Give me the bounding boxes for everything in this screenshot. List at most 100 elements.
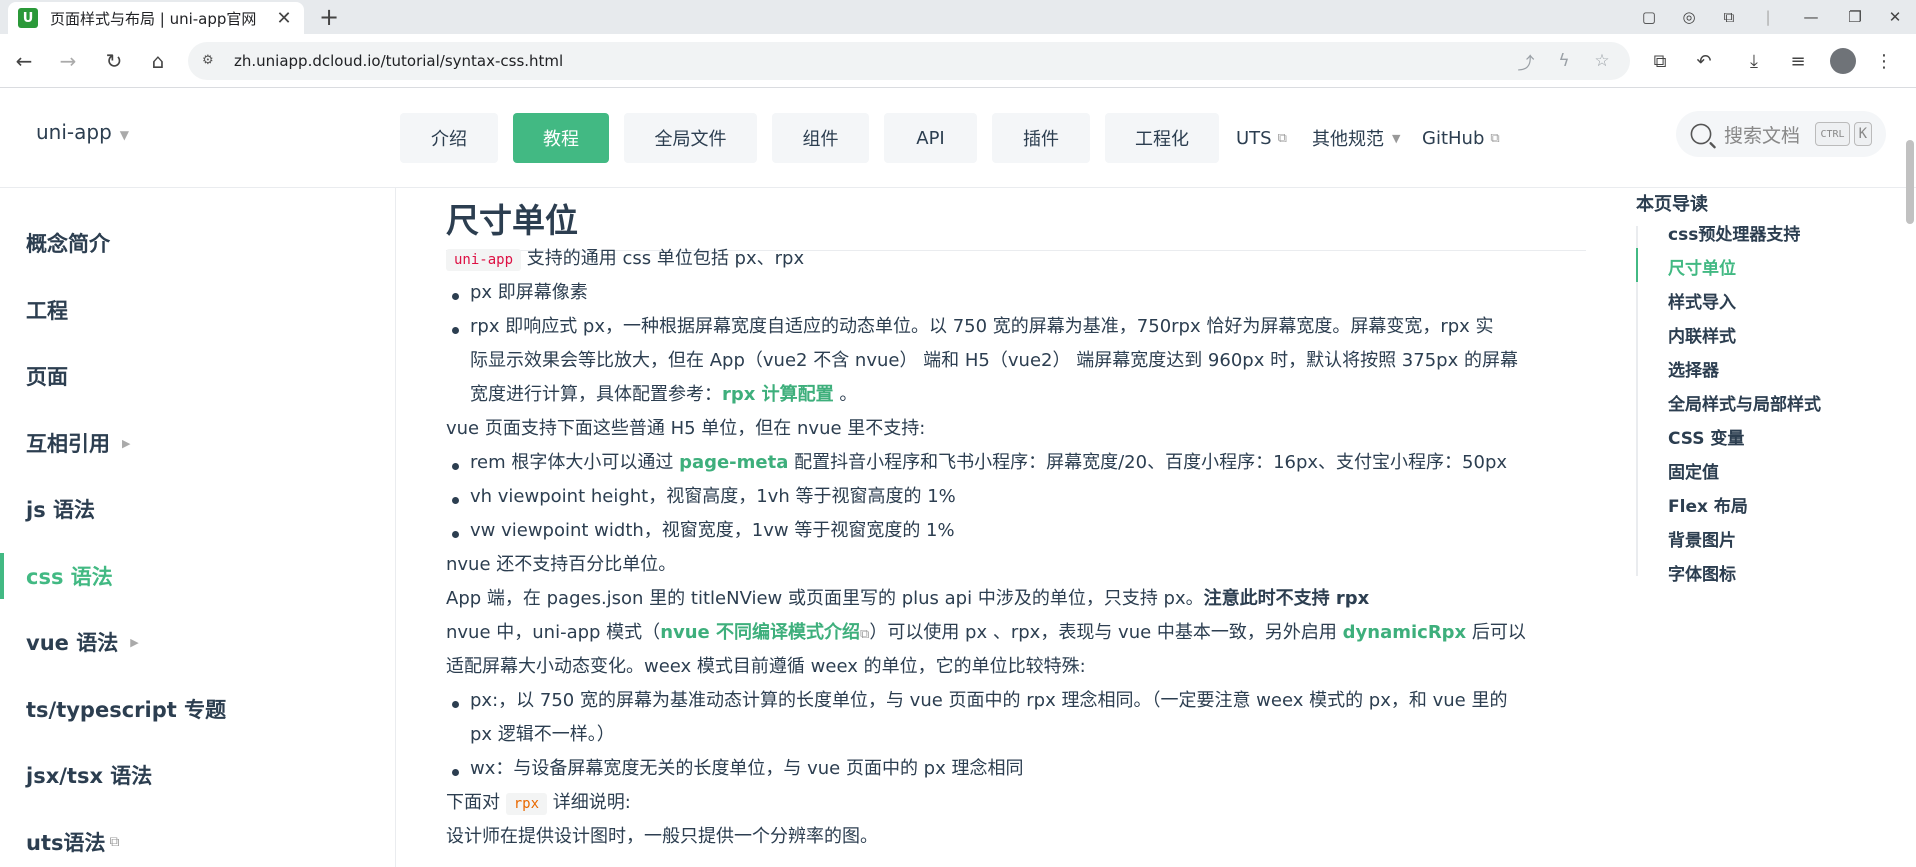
reload-icon[interactable]: ↻ (100, 47, 128, 75)
nvue-compile-mode-link[interactable]: nvue 不同编译模式介绍 (660, 622, 860, 643)
nav-github[interactable]: GitHub ⧉ (1422, 113, 1500, 163)
nav-tutorial[interactable]: 教程 (513, 113, 609, 163)
toc-item[interactable]: Flex 布局 (1668, 492, 1748, 517)
sidebar-item-page[interactable]: 页面 (0, 353, 395, 399)
toc-item-active[interactable]: 尺寸单位 (1668, 254, 1736, 279)
nav-components[interactable]: 组件 (772, 113, 869, 163)
list-item-cont: 宽度进行计算，具体配置参考：rpx 计算配置 。 (470, 378, 857, 412)
paragraph-text: 支持的通用 css 单位包括 px、rpx (521, 248, 805, 269)
sidebar-item-jsx[interactable]: jsx/tsx 语法 (0, 752, 395, 798)
text: 下面对 (446, 792, 506, 813)
divider-icon: | (1765, 8, 1771, 26)
page-scrollbar-thumb[interactable] (1906, 140, 1914, 224)
forward-icon[interactable]: → (54, 47, 82, 75)
text: App 端，在 pages.json 里的 titleNView 或页面里写的 … (446, 588, 1204, 609)
url-text[interactable]: zh.uniapp.dcloud.io/tutorial/syntax-css.… (234, 52, 563, 70)
incognito-icon[interactable]: ◎ (1676, 4, 1702, 30)
home-icon[interactable]: ⌂ (144, 47, 172, 75)
bullet-dot (452, 769, 459, 776)
external-link-icon: ⧉ (860, 627, 870, 642)
lightning-icon[interactable]: ϟ (1554, 51, 1574, 71)
text: 配置抖音小程序和飞书小程序：屏幕宽度/20、百度小程序：16px、支付宝小程序：… (788, 452, 1508, 473)
share-icon[interactable]: ⤴ (1516, 51, 1536, 74)
sidebar-item-label: 页面 (26, 365, 68, 389)
toc-item[interactable]: css预处理器支持 (1668, 220, 1800, 245)
sidebar-item-label: 互相引用 (26, 432, 110, 456)
sidebar-item-references[interactable]: 互相引用 ▶ (0, 420, 395, 466)
tab-title: 页面样式与布局 | uni-app官网 (50, 9, 257, 28)
nav-plugins[interactable]: 插件 (992, 113, 1090, 163)
nav-other-specs[interactable]: 其他规范 ▼ (1312, 113, 1400, 163)
bullet-dot (452, 531, 459, 538)
close-tab-icon[interactable]: ✕ (274, 8, 294, 29)
reading-list-icon[interactable]: ≡ (1784, 47, 1812, 75)
text: ）可以使用 px 、rpx，表现与 vue 中基本一致，另外启用 (869, 622, 1343, 643)
new-tab-button[interactable]: + (314, 2, 344, 32)
paragraph-cont: 适配屏幕大小动态变化。weex 模式目前遵循 weex 的单位，它的单位比较特殊… (446, 656, 1086, 677)
extensions-icon[interactable]: ⧉ (1646, 47, 1674, 75)
sidebar-item-typescript[interactable]: ts/typescript 专题 (0, 686, 395, 732)
nav-uts[interactable]: UTS ⧉ (1236, 113, 1287, 163)
minimize-window-icon[interactable]: — (1796, 4, 1826, 30)
nav-intro[interactable]: 介绍 (400, 113, 498, 163)
toc-item[interactable]: 全局样式与局部样式 (1668, 390, 1821, 415)
list-item: vh viewpoint height，视窗高度，1vh 等于视窗高度的 1% (470, 486, 956, 507)
external-link-icon: ⧉ (1490, 130, 1500, 146)
restore-window-icon[interactable]: ❐ (1840, 4, 1870, 30)
page-meta-link[interactable]: page-meta (679, 452, 788, 473)
sidebar-item-js[interactable]: js 语法 (0, 486, 395, 532)
list-item: rpx 即响应式 px，一种根据屏幕宽度自适应的动态单位。以 750 宽的屏幕为… (470, 316, 1494, 337)
sidebar-item-css[interactable]: css 语法 (0, 553, 395, 599)
search-box[interactable]: 搜索文档 CTRL K (1676, 111, 1886, 157)
profile-avatar[interactable] (1830, 48, 1856, 74)
extension-puzzle-icon[interactable]: ⧉ (1716, 4, 1742, 30)
toc-item[interactable]: 字体图标 (1668, 560, 1736, 585)
sidebar-item-uts[interactable]: uts语法 ⧉ (0, 819, 395, 865)
menu-more-icon[interactable]: ⋮ (1870, 47, 1898, 75)
sidebar-item-intro[interactable]: 概念简介 (0, 220, 395, 266)
back-icon[interactable]: ← (10, 47, 38, 75)
toc-item[interactable]: 选择器 (1668, 356, 1719, 381)
paragraph: vue 页面支持下面这些普通 H5 单位，但在 nvue 里不支持: (446, 418, 926, 439)
close-window-icon[interactable]: ✕ (1880, 4, 1910, 30)
site-header: uni-app ▼ 介绍 教程 全局文件 组件 API 插件 工程化 UTS ⧉ 其… (0, 88, 1916, 188)
undo-icon[interactable]: ↶ (1690, 47, 1718, 75)
sidebar-item-project[interactable]: 工程 (0, 287, 395, 333)
paragraph: App 端，在 pages.json 里的 titleNView 或页面里写的 … (446, 582, 1369, 616)
nav-engineering[interactable]: 工程化 (1105, 113, 1219, 163)
list-item: wx：与设备屏幕宽度无关的长度单位，与 vue 页面中的 px 理念相同 (470, 758, 1024, 779)
list-item-cont: px 逻辑不一样。） (470, 724, 615, 745)
caret-down-icon: ▼ (119, 128, 130, 142)
toc-item[interactable]: 固定值 (1668, 458, 1719, 483)
uniapp-favicon-icon: U (18, 8, 38, 28)
browser-tab[interactable]: U 页面样式与布局 | uni-app官网 ✕ (8, 2, 304, 34)
sidebar-item-label: css 语法 (26, 565, 113, 589)
k-key-hint: K (1853, 122, 1872, 146)
sidebar-item-label: jsx/tsx 语法 (26, 764, 153, 788)
nav-github-label: GitHub (1422, 127, 1485, 149)
toc-item[interactable]: CSS 变量 (1668, 424, 1744, 449)
site-info-icon[interactable]: ⚙ (202, 53, 218, 69)
dynamic-rpx-link[interactable]: dynamicRpx (1343, 622, 1467, 643)
list-item: px 即屏幕像素 (470, 282, 588, 303)
toc-item[interactable]: 内联样式 (1668, 322, 1736, 347)
rpx-config-link[interactable]: rpx 计算配置 (722, 384, 834, 405)
main-content: 尺寸单位 uni-app 支持的通用 css 单位包括 px、rpx px 即屏… (446, 188, 1586, 867)
omnibox[interactable]: ⚙ zh.uniapp.dcloud.io/tutorial/syntax-cs… (188, 42, 1630, 80)
list-item-cont: 际显示效果会等比放大，但在 App（vue2 不含 nvue） 端和 H5（vu… (470, 350, 1518, 371)
paragraph: 设计师在提供设计图时，一般只提供一个分辨率的图。 (446, 826, 878, 847)
toc-item[interactable]: 背景图片 (1668, 526, 1736, 551)
toc-item[interactable]: 样式导入 (1668, 288, 1736, 313)
download-icon[interactable]: ⤓ (1740, 47, 1768, 75)
bullet-dot (452, 463, 459, 470)
nav-api[interactable]: API (884, 113, 977, 163)
tab-search-icon[interactable]: ▢ (1636, 4, 1662, 30)
bookmark-star-icon[interactable]: ☆ (1592, 51, 1612, 71)
sidebar-item-vue[interactable]: vue 语法 ▶ (0, 619, 395, 665)
brand-dropdown[interactable]: uni-app ▼ (36, 120, 129, 144)
sidebar: 概念简介 工程 页面 互相引用 ▶ js 语法 css 语法 vue 语法 ▶ ts… (0, 188, 396, 867)
paragraph: 下面对 rpx 详细说明: (446, 786, 631, 821)
strong-text: 注意此时不支持 rpx (1203, 588, 1370, 609)
sidebar-item-label: uts语法 (26, 831, 106, 855)
nav-global-files[interactable]: 全局文件 (624, 113, 757, 163)
